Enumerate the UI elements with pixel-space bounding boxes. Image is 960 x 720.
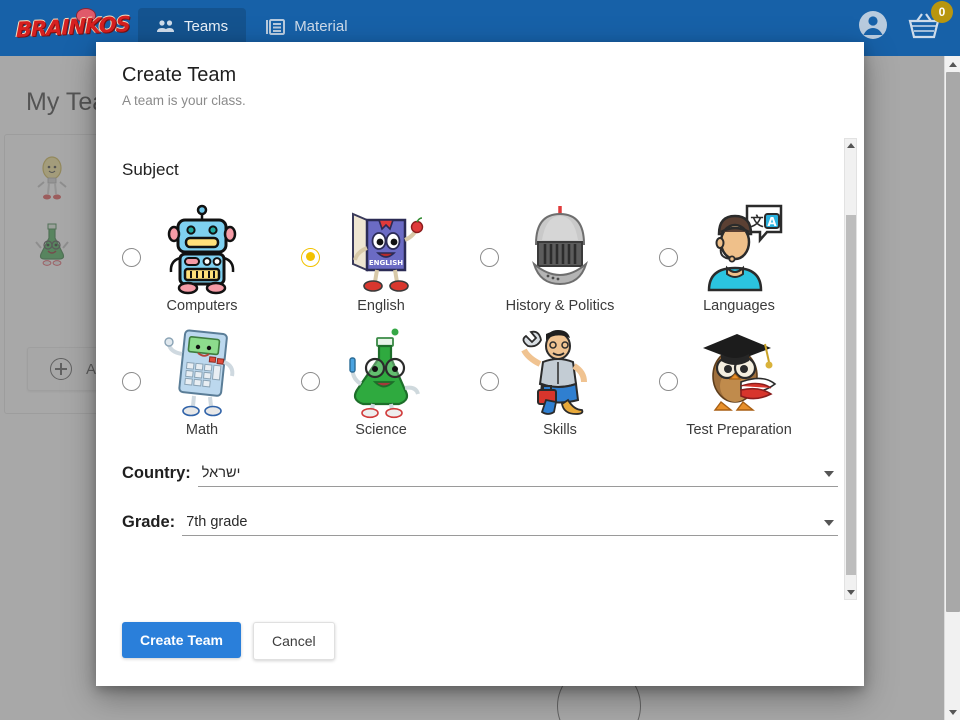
subject-option-test-preparation[interactable]: Test Preparation [659, 318, 838, 438]
book-list-icon [266, 18, 286, 35]
scroll-down-arrow-icon[interactable] [845, 586, 856, 599]
radio-history-politics[interactable] [480, 247, 499, 267]
subject-option-skills[interactable]: Skills [480, 318, 659, 438]
subject-label: Languages [703, 298, 775, 314]
dialog-scrollbar-thumb[interactable] [846, 215, 856, 575]
create-team-button[interactable]: Create Team [122, 622, 242, 658]
tab-material-label: Material [294, 18, 348, 35]
subject-option-history-politics[interactable]: History & Politics [480, 194, 659, 314]
country-label: Country: [122, 464, 191, 482]
scroll-down-arrow-icon[interactable] [945, 704, 960, 720]
subject-label: Science [355, 422, 407, 438]
country-value: ישראל [201, 465, 241, 481]
radio-science[interactable] [301, 371, 320, 391]
country-select[interactable]: ישראל [197, 465, 838, 487]
subject-option-computers[interactable]: Computers [122, 194, 301, 314]
people-icon [156, 19, 175, 34]
knight-helmet-icon [512, 200, 608, 296]
grade-label: Grade: [122, 513, 176, 531]
cart-count-badge: 0 [931, 1, 953, 23]
radio-computers[interactable] [122, 247, 141, 267]
dialog-body: Subject Computers ENGLISH English Histor… [96, 138, 864, 644]
page-scrollbar[interactable] [944, 56, 960, 720]
flask-mascot-icon [333, 324, 429, 420]
radio-math[interactable] [122, 371, 141, 391]
radio-skills[interactable] [480, 371, 499, 391]
subject-option-math[interactable]: Math [122, 318, 301, 438]
grade-field-row: Grade: 7th grade [122, 513, 838, 536]
cancel-button[interactable]: Cancel [253, 622, 335, 660]
scroll-up-arrow-icon[interactable] [845, 139, 856, 152]
create-team-dialog: Create Team A team is your class. Subjec… [96, 42, 864, 686]
subject-label: Computers [166, 298, 238, 314]
radio-test-preparation[interactable] [659, 371, 678, 391]
page-scrollbar-thumb[interactable] [946, 72, 960, 612]
radio-languages[interactable] [659, 247, 678, 267]
subject-label: Skills [543, 422, 577, 438]
dialog-scrollbar[interactable] [844, 138, 857, 600]
calculator-mascot-icon [154, 324, 250, 420]
grade-select[interactable]: 7th grade [182, 514, 838, 536]
chevron-down-icon [824, 471, 834, 477]
svg-text:A: A [767, 215, 777, 229]
dialog-title: Create Team [122, 64, 237, 86]
worker-wrench-icon [512, 324, 608, 420]
subject-option-science[interactable]: Science [301, 318, 480, 438]
cart-button[interactable]: 0 [906, 1, 953, 45]
chevron-down-icon [824, 520, 834, 526]
topbar-actions: 0 [858, 1, 953, 45]
svg-text:ENGLISH: ENGLISH [369, 259, 403, 267]
country-field-row: Country: ישראל [122, 464, 838, 487]
scroll-up-arrow-icon[interactable] [945, 56, 960, 72]
subject-option-languages[interactable]: 文 A Languages [659, 194, 838, 314]
logo-text: BRAINKOS [16, 12, 130, 42]
grade-value: 7th grade [186, 514, 248, 530]
tab-teams-label: Teams [184, 18, 229, 35]
owl-graduate-icon [691, 324, 787, 420]
dialog-footer: Create Team Cancel [96, 604, 864, 686]
subject-label: Math [185, 422, 219, 438]
subject-label: History & Politics [505, 298, 615, 314]
english-book-mascot-icon: ENGLISH [333, 200, 429, 296]
dialog-subtitle: A team is your class. [122, 93, 246, 108]
app-root: My Teams [0, 0, 960, 720]
subject-section-title: Subject [122, 160, 179, 179]
account-circle-icon[interactable] [858, 10, 888, 45]
svg-text:文: 文 [750, 214, 764, 230]
dialog-header: Create Team A team is your class. [96, 42, 864, 108]
subject-label: English [357, 298, 405, 314]
translator-person-icon: 文 A [691, 200, 787, 296]
subject-label: Test Preparation [686, 422, 792, 438]
subject-option-english[interactable]: ENGLISH English [301, 194, 480, 314]
subject-options-grid: Computers ENGLISH English History & Poli… [122, 194, 838, 438]
radio-english[interactable] [301, 247, 320, 267]
robot-mascot-icon [154, 200, 250, 296]
